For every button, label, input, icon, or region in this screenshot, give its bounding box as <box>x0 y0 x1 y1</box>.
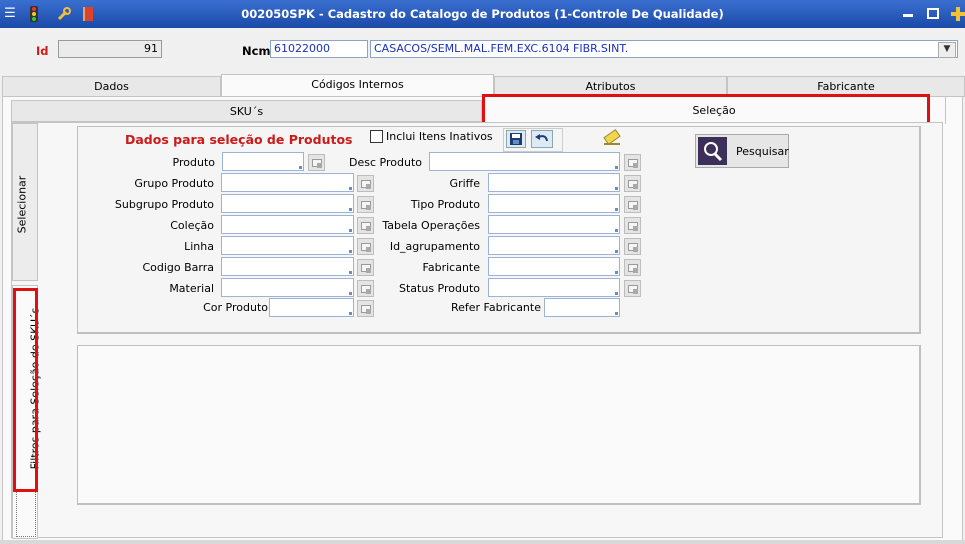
desc-produto-lookup-icon[interactable] <box>624 154 641 171</box>
label-colecao: Coleção <box>170 219 214 232</box>
search-icon <box>698 137 727 165</box>
label-desc-produto: Desc Produto <box>349 156 422 169</box>
add-icon[interactable] <box>950 6 965 22</box>
material-lookup-icon[interactable] <box>357 280 374 297</box>
form-title: Dados para seleção de Produtos <box>125 132 353 147</box>
refer-fabricante-input[interactable] <box>544 298 620 317</box>
chevron-down-icon[interactable]: ▼ <box>938 42 956 58</box>
label-cor-produto: Cor Produto <box>203 301 268 314</box>
label-tipo-produto: Tipo Produto <box>410 198 480 211</box>
label-refer-fabricante: Refer Fabricante <box>450 301 541 314</box>
label-griffe: Griffe <box>449 177 480 190</box>
status-produto-input[interactable] <box>488 278 620 297</box>
tabela-operacoes-lookup-icon[interactable] <box>624 217 641 234</box>
tab-fabricante[interactable]: Fabricante <box>727 76 965 97</box>
side-tab-filtros-label: Filtros para Seleção de SKU´s <box>28 307 42 470</box>
ncm-description-value: CASACOS/SEML.MAL.FEM.EXC.6104 FIBR.SINT. <box>374 42 629 55</box>
label-id-agrupamento: Id_agrupamento <box>389 240 480 253</box>
tab-dados[interactable]: Dados <box>2 76 221 97</box>
results-area[interactable] <box>77 345 921 505</box>
label-tabela-operacoes: Tabela Operações <box>382 219 480 232</box>
colecao-input[interactable] <box>221 215 354 234</box>
griffe-lookup-icon[interactable] <box>624 175 641 192</box>
griffe-input[interactable] <box>488 173 620 192</box>
label-codigo-barra: Codigo Barra <box>142 261 214 274</box>
bottom-edge <box>0 540 965 544</box>
search-button[interactable]: Pesquisar <box>695 134 789 168</box>
label-status-produto: Status Produto <box>399 282 480 295</box>
search-button-label: Pesquisar <box>736 145 789 158</box>
undo-button[interactable] <box>531 130 553 148</box>
clear-button[interactable] <box>601 128 623 148</box>
ncm-label: Ncm <box>242 44 271 58</box>
material-input[interactable] <box>221 278 354 297</box>
codigo-barra-lookup-icon[interactable] <box>357 259 374 276</box>
label-grupo-produto: Grupo Produto <box>134 177 214 190</box>
record-header: Id 91 Ncm 61022000 CASACOS/SEML.MAL.FEM.… <box>0 28 965 72</box>
produto-input[interactable] <box>222 152 304 171</box>
status-produto-lookup-icon[interactable] <box>624 280 641 297</box>
id-agrupamento-lookup-icon[interactable] <box>624 238 641 255</box>
label-material: Material <box>169 282 214 295</box>
linha-lookup-icon[interactable] <box>357 238 374 255</box>
subgrupo-produto-input[interactable] <box>221 194 354 213</box>
label-subgrupo-produto: Subgrupo Produto <box>114 198 214 211</box>
minimize-icon[interactable] <box>900 6 916 22</box>
include-inactive-checkbox[interactable] <box>370 130 383 143</box>
side-tab-selecionar[interactable]: Selecionar <box>12 123 38 281</box>
tipo-produto-lookup-icon[interactable] <box>624 196 641 213</box>
fabricante-lookup-icon[interactable] <box>624 259 641 276</box>
tab-skus[interactable]: SKU´s <box>11 100 482 122</box>
floppy-icon <box>510 133 522 145</box>
id-field: 91 <box>58 40 162 58</box>
tabela-operacoes-input[interactable] <box>488 215 620 234</box>
include-inactive-label: Inclui Itens Inativos <box>386 130 493 143</box>
linha-input[interactable] <box>221 236 354 255</box>
eraser-icon <box>603 129 621 145</box>
produto-lookup-icon[interactable] <box>308 154 325 171</box>
subgrupo-produto-lookup-icon[interactable] <box>357 196 374 213</box>
restore-icon[interactable] <box>925 6 941 22</box>
label-fabricante: Fabricante <box>422 261 480 274</box>
undo-icon <box>535 134 548 142</box>
side-tab-selecionar-label: Selecionar <box>15 175 29 234</box>
cor-produto-input[interactable] <box>269 298 354 317</box>
colecao-lookup-icon[interactable] <box>357 217 374 234</box>
side-tab-focus-outline <box>16 492 36 537</box>
tab-selecao[interactable]: Seleção <box>482 96 946 124</box>
label-linha: Linha <box>184 240 214 253</box>
save-button[interactable] <box>506 130 526 148</box>
cor-produto-lookup-icon[interactable] <box>357 300 374 317</box>
grupo-produto-input[interactable] <box>221 173 354 192</box>
title-bar: ☰ 002050SPK - Cadastro do Catalogo de Pr… <box>0 0 965 28</box>
tipo-produto-input[interactable] <box>488 194 620 213</box>
ncm-description-select[interactable]: CASACOS/SEML.MAL.FEM.EXC.6104 FIBR.SINT.… <box>370 40 958 58</box>
codigo-barra-input[interactable] <box>221 257 354 276</box>
window-title: 002050SPK - Cadastro do Catalogo de Prod… <box>241 7 724 21</box>
fabricante-input[interactable] <box>488 257 620 276</box>
desc-produto-input[interactable] <box>429 152 620 171</box>
id-label: Id <box>36 44 49 58</box>
ncm-code-field[interactable]: 61022000 <box>270 40 368 58</box>
label-produto: Produto <box>172 156 215 169</box>
tab-atributos[interactable]: Atributos <box>494 76 727 97</box>
id-agrupamento-input[interactable] <box>488 236 620 255</box>
tab-codigos-internos[interactable]: Códigos Internos <box>221 74 494 97</box>
grupo-produto-lookup-icon[interactable] <box>357 175 374 192</box>
